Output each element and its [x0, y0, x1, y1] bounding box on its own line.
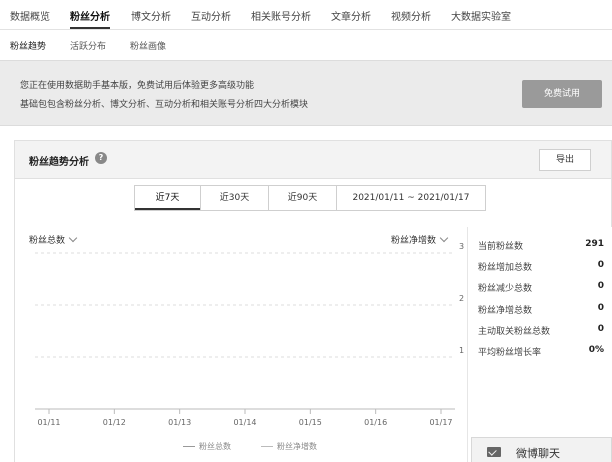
custom-date-range[interactable]: 2021/01/11 ~ 2021/01/17 [337, 186, 485, 210]
tab-data-overview[interactable]: 数据概览 [10, 8, 50, 23]
chat-label: 微博聊天 [516, 447, 560, 460]
legend-label: 粉丝净增数 [277, 442, 317, 451]
tab-related-accounts[interactable]: 相关账号分析 [251, 8, 311, 23]
tab-post-analysis[interactable]: 博文分析 [131, 8, 171, 23]
legend-swatch [261, 446, 273, 447]
tab-video-analysis[interactable]: 视频分析 [391, 8, 431, 23]
x-tick-label: 01/11 [37, 418, 60, 426]
banner-line-1: 您正在使用数据助手基本版，免费试用后体验更多高级功能 [20, 81, 255, 91]
mail-icon [487, 447, 501, 457]
weibo-chat-button[interactable]: 微博聊天 [471, 437, 612, 462]
legend-item-net[interactable]: 粉丝净增数 [261, 441, 317, 452]
range-7-days[interactable]: 近7天 [135, 186, 201, 210]
y-tick-label: 2 [459, 294, 464, 303]
stat-label: 平均粉丝增长率 [478, 348, 542, 358]
tab-article-analysis[interactable]: 文章分析 [331, 8, 371, 23]
help-icon[interactable]: ? [95, 152, 107, 164]
stat-label: 当前粉丝数 [478, 242, 524, 252]
top-nav: 数据概览 粉丝分析 博文分析 互动分析 相关账号分析 文章分析 视频分析 大数据… [0, 0, 612, 30]
x-tick-label: 01/15 [299, 418, 322, 426]
stat-value: 291 [585, 239, 604, 249]
legend-swatch [183, 446, 195, 447]
sub-nav: 粉丝趋势 活跃分布 粉丝画像 [0, 30, 612, 58]
tab-interaction-analysis[interactable]: 互动分析 [191, 8, 231, 23]
fan-trend-panel: 粉丝趋势分析 ? 导出 近7天 近30天 近90天 2021/01/11 ~ 2… [14, 140, 612, 462]
stat-label: 粉丝净增总数 [478, 306, 533, 316]
subtab-fan-trend[interactable]: 粉丝趋势 [10, 39, 46, 52]
stat-row: 主动取关粉丝总数 0 [478, 324, 604, 338]
upgrade-banner: 您正在使用数据助手基本版，免费试用后体验更多高级功能 基础包包含粉丝分析、博文分… [0, 60, 612, 126]
y-tick-label: 1 [459, 346, 464, 355]
stat-value: 0 [597, 281, 604, 291]
x-tick-label: 01/12 [103, 418, 126, 426]
subtab-active-distribution[interactable]: 活跃分布 [70, 39, 106, 52]
y-tick-label: 3 [459, 242, 464, 251]
x-tick-label: 01/17 [429, 418, 452, 426]
banner-line-2: 基础包包含粉丝分析、博文分析、互动分析和相关账号分析四大分析模块 [20, 100, 309, 110]
legend-item-total[interactable]: 粉丝总数 [183, 441, 231, 452]
stat-value: 0 [597, 260, 604, 270]
free-trial-button[interactable]: 免费试用 [522, 80, 602, 108]
tab-big-data-lab[interactable]: 大数据实验室 [451, 8, 511, 23]
stat-row: 平均粉丝增长率 0% [478, 345, 604, 359]
panel-title: 粉丝趋势分析 [29, 157, 89, 168]
stat-value: 0 [597, 303, 604, 313]
stat-row: 粉丝减少总数 0 [478, 281, 604, 295]
x-tick-label: 01/16 [364, 418, 387, 426]
stat-row: 粉丝净增总数 0 [478, 303, 604, 317]
stat-row: 粉丝增加总数 0 [478, 260, 604, 274]
stat-label: 粉丝减少总数 [478, 284, 533, 294]
stats-sidebar: 当前粉丝数 291 粉丝增加总数 0 粉丝减少总数 0 粉丝净增总数 0 主动取… [467, 227, 612, 462]
x-tick-label: 01/13 [168, 418, 191, 426]
active-tab-indicator [70, 27, 110, 29]
range-90-days[interactable]: 近90天 [269, 186, 337, 210]
range-30-days[interactable]: 近30天 [201, 186, 269, 210]
date-range-selector: 近7天 近30天 近90天 2021/01/11 ~ 2021/01/17 [134, 185, 486, 211]
stat-label: 粉丝增加总数 [478, 263, 533, 273]
panel-header: 粉丝趋势分析 ? 导出 [15, 141, 611, 179]
stat-row: 当前粉丝数 291 [478, 239, 604, 253]
x-tick-label: 01/14 [233, 418, 256, 426]
stat-label: 主动取关粉丝总数 [478, 327, 551, 337]
subtab-fan-profile[interactable]: 粉丝画像 [130, 39, 166, 52]
export-button[interactable]: 导出 [539, 149, 591, 171]
legend-label: 粉丝总数 [199, 442, 231, 451]
tab-fan-analysis[interactable]: 粉丝分析 [70, 8, 110, 23]
fan-trend-chart: 01/11 01/12 01/13 01/14 01/15 01/16 01/17 3 2 1 [35, 242, 464, 426]
stat-value: 0% [588, 345, 604, 355]
stat-value: 0 [597, 324, 604, 334]
